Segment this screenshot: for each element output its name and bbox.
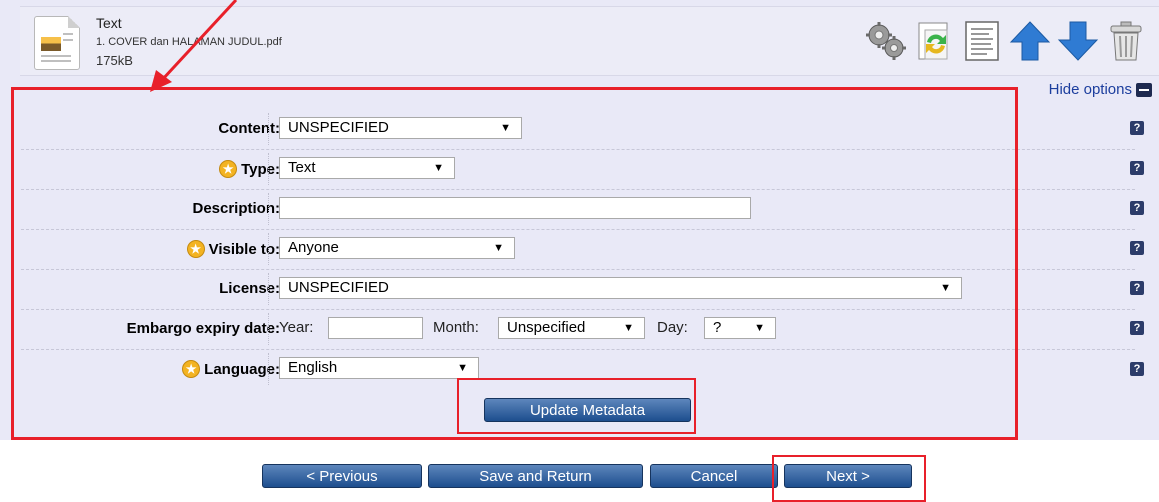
help-icon[interactable]: ? bbox=[1130, 321, 1144, 335]
previous-button[interactable]: < Previous bbox=[262, 464, 422, 488]
file-type-title: Text bbox=[96, 15, 122, 31]
hide-options-link[interactable]: Hide options bbox=[1049, 81, 1152, 98]
trash-icon[interactable] bbox=[1105, 20, 1147, 62]
annotation-box-update bbox=[457, 378, 696, 434]
annotation-box-next bbox=[772, 455, 926, 502]
collapse-icon[interactable] bbox=[1136, 82, 1152, 97]
file-size: 175kB bbox=[96, 53, 133, 68]
gear-icon[interactable] bbox=[865, 20, 907, 62]
help-icon[interactable]: ? bbox=[1130, 161, 1144, 175]
cancel-button[interactable]: Cancel bbox=[650, 464, 778, 488]
document-toolbar bbox=[865, 20, 1147, 62]
help-icon[interactable]: ? bbox=[1130, 281, 1144, 295]
document-thumbnail-icon[interactable] bbox=[34, 16, 80, 70]
help-icon[interactable]: ? bbox=[1130, 241, 1144, 255]
annotation-arrow-icon bbox=[150, 0, 238, 92]
help-icon[interactable]: ? bbox=[1130, 121, 1144, 135]
hide-options-label[interactable]: Hide options bbox=[1049, 81, 1132, 98]
arrow-down-icon[interactable] bbox=[1057, 20, 1099, 62]
arrow-up-icon[interactable] bbox=[1009, 20, 1051, 62]
document-list-icon[interactable] bbox=[961, 20, 1003, 62]
help-icon[interactable]: ? bbox=[1130, 362, 1144, 376]
help-icon[interactable]: ? bbox=[1130, 201, 1144, 215]
save-and-return-button[interactable]: Save and Return bbox=[428, 464, 643, 488]
document-refresh-icon[interactable] bbox=[913, 20, 955, 62]
